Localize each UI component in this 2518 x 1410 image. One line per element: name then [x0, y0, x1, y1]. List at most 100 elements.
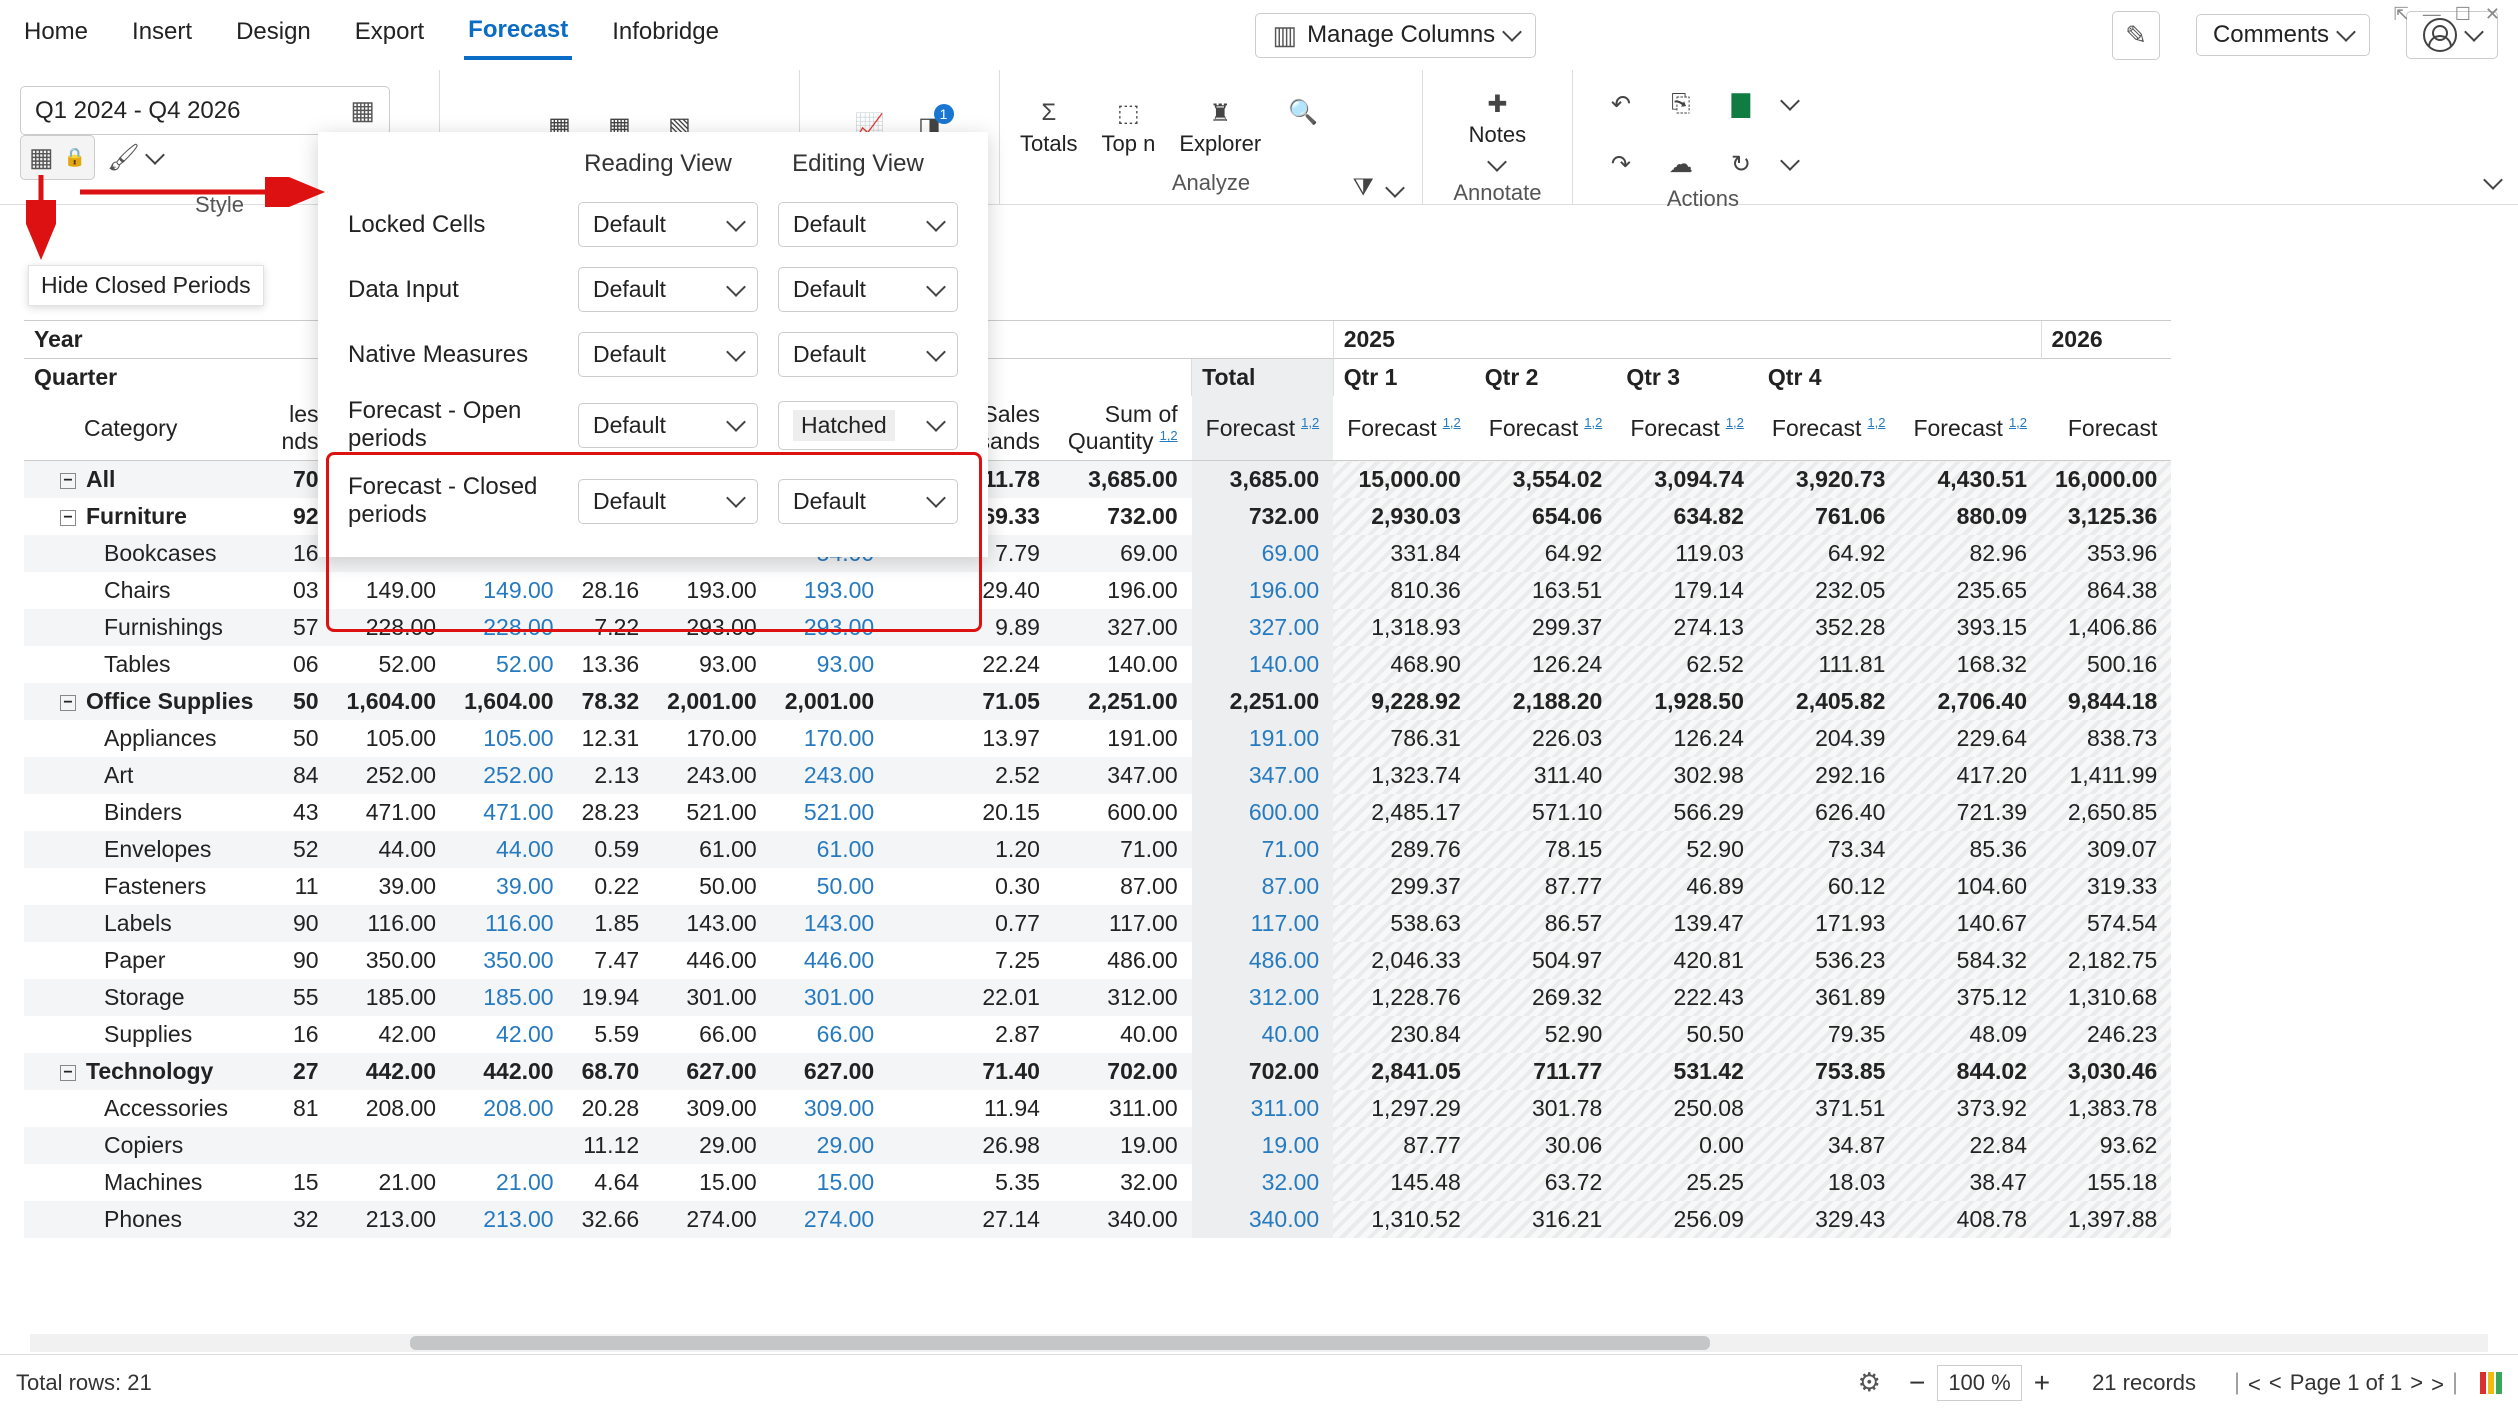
data-cell[interactable]: 39.00 [450, 868, 568, 905]
data-cell[interactable]: 292.16 [1758, 757, 1900, 794]
data-cell[interactable]: 208.00 [333, 1090, 451, 1127]
data-cell[interactable]: 864.38 [2041, 572, 2171, 609]
table-row[interactable]: Furnishings57228.00228.007.22293.00293.0… [24, 609, 2171, 646]
data-cell[interactable]: 9,228.92 [1333, 683, 1475, 720]
data-cell[interactable]: 309.00 [771, 1090, 889, 1127]
prev-page-button[interactable]: < [2269, 1370, 2282, 1396]
data-cell[interactable]: 634.82 [1616, 498, 1758, 535]
data-cell[interactable]: 340.00 [1054, 1201, 1192, 1238]
data-cell[interactable]: 2,001.00 [653, 683, 771, 720]
data-cell[interactable]: 654.06 [1475, 498, 1617, 535]
data-cell[interactable]: 442.00 [450, 1053, 568, 1090]
data-cell[interactable]: 32 [267, 1201, 332, 1238]
data-cell[interactable]: 1,397.88 [2041, 1201, 2171, 1238]
data-cell[interactable]: 371.51 [1758, 1090, 1900, 1127]
data-cell[interactable]: 28.23 [568, 794, 654, 831]
table-row[interactable]: −Technology27442.00442.0068.70627.00627.… [24, 1053, 2171, 1090]
data-cell[interactable]: 274.13 [1616, 609, 1758, 646]
data-cell[interactable]: 711.77 [1475, 1053, 1617, 1090]
data-cell[interactable]: 87.00 [1054, 868, 1192, 905]
data-cell[interactable]: 208.00 [450, 1090, 568, 1127]
category-cell[interactable]: Furnishings [24, 609, 267, 646]
table-row[interactable]: Storage55185.00185.0019.94301.00301.0022… [24, 979, 2171, 1016]
data-cell[interactable]: 69.00 [1054, 535, 1192, 572]
tab-home[interactable]: Home [20, 12, 92, 58]
data-cell[interactable]: 196.00 [1192, 572, 1334, 609]
data-cell[interactable]: 2,251.00 [1054, 683, 1192, 720]
data-cell[interactable]: 15.00 [771, 1164, 889, 1201]
data-cell[interactable]: 126.24 [1616, 720, 1758, 757]
data-cell[interactable]: 50 [267, 683, 332, 720]
data-cell[interactable]: 52.90 [1616, 831, 1758, 868]
data-cell[interactable]: 170.00 [771, 720, 889, 757]
data-cell[interactable]: 2,841.05 [1333, 1053, 1475, 1090]
data-cell[interactable]: 22.24 [888, 646, 1054, 683]
data-cell[interactable]: 302.98 [1616, 757, 1758, 794]
category-cell[interactable]: Storage [24, 979, 267, 1016]
data-cell[interactable]: 486.00 [1054, 942, 1192, 979]
data-cell[interactable]: 170.00 [653, 720, 771, 757]
data-cell[interactable]: 289.76 [1333, 831, 1475, 868]
data-cell[interactable]: 117.00 [1192, 905, 1334, 942]
data-cell[interactable]: 293.00 [771, 609, 889, 646]
data-cell[interactable]: 43 [267, 794, 332, 831]
data-cell[interactable]: 105.00 [450, 720, 568, 757]
tab-insert[interactable]: Insert [128, 12, 196, 58]
data-cell[interactable]: 11.12 [568, 1127, 654, 1164]
data-cell[interactable]: 32.00 [1192, 1164, 1334, 1201]
data-cell[interactable]: 15 [267, 1164, 332, 1201]
data-cell[interactable]: 446.00 [771, 942, 889, 979]
data-cell[interactable]: 2,182.75 [2041, 942, 2171, 979]
data-cell[interactable]: 299.37 [1475, 609, 1617, 646]
data-cell[interactable]: 117.00 [1054, 905, 1192, 942]
data-cell[interactable]: 2,046.33 [1333, 942, 1475, 979]
data-cell[interactable]: 55 [267, 979, 332, 1016]
filter-icon[interactable]: ⧩ [1345, 170, 1381, 206]
data-cell[interactable]: 213.00 [450, 1201, 568, 1238]
data-cell[interactable]: 0.77 [888, 905, 1054, 942]
chevron-down-icon[interactable] [1385, 178, 1405, 198]
data-cell[interactable]: 2,485.17 [1333, 794, 1475, 831]
data-cell[interactable]: 538.63 [1333, 905, 1475, 942]
data-cell[interactable]: 880.09 [1899, 498, 2041, 535]
data-cell[interactable]: 16,000.00 [2041, 461, 2171, 499]
data-cell[interactable]: 21.00 [333, 1164, 451, 1201]
data-cell[interactable]: 71.00 [1192, 831, 1334, 868]
data-cell[interactable]: 361.89 [1758, 979, 1900, 1016]
first-page-button[interactable]: ｜< [2226, 1367, 2261, 1399]
data-cell[interactable]: 30.06 [1475, 1127, 1617, 1164]
data-cell[interactable]: 12.31 [568, 720, 654, 757]
data-cell[interactable]: 442.00 [333, 1053, 451, 1090]
data-cell[interactable]: 5.35 [888, 1164, 1054, 1201]
table-row[interactable]: Supplies1642.0042.005.5966.0066.002.8740… [24, 1016, 2171, 1053]
refresh-icon[interactable]: ↻ [1723, 146, 1759, 182]
category-cell[interactable]: Binders [24, 794, 267, 831]
data-cell[interactable]: 732.00 [1192, 498, 1334, 535]
data-cell[interactable]: 86.57 [1475, 905, 1617, 942]
data-cell[interactable]: 68.70 [568, 1053, 654, 1090]
data-cell[interactable]: 9.89 [888, 609, 1054, 646]
data-cell[interactable]: 44.00 [450, 831, 568, 868]
data-cell[interactable]: 71.40 [888, 1053, 1054, 1090]
data-cell[interactable]: 299.37 [1333, 868, 1475, 905]
fcclosed-reading-dropdown[interactable]: Default [578, 479, 758, 524]
data-cell[interactable]: 73.34 [1758, 831, 1900, 868]
table-row[interactable]: Phones32213.00213.0032.66274.00274.0027.… [24, 1201, 2171, 1238]
data-cell[interactable]: 327.00 [1192, 609, 1334, 646]
data-cell[interactable]: 293.00 [653, 609, 771, 646]
fcopen-editing-dropdown[interactable]: Hatched [778, 401, 958, 450]
data-cell[interactable]: 1,411.99 [2041, 757, 2171, 794]
data-cell[interactable]: 600.00 [1192, 794, 1334, 831]
data-cell[interactable]: 350.00 [333, 942, 451, 979]
data-cell[interactable]: 2,188.20 [1475, 683, 1617, 720]
category-cell[interactable]: Supplies [24, 1016, 267, 1053]
data-cell[interactable]: 232.05 [1758, 572, 1900, 609]
data-cell[interactable]: 145.48 [1333, 1164, 1475, 1201]
data-cell[interactable]: 0.30 [888, 868, 1054, 905]
data-cell[interactable]: 702.00 [1192, 1053, 1334, 1090]
data-cell[interactable]: 52 [267, 831, 332, 868]
data-cell[interactable]: 193.00 [771, 572, 889, 609]
tab-design[interactable]: Design [232, 12, 315, 58]
data-cell[interactable]: 111.81 [1758, 646, 1900, 683]
data-cell[interactable]: 340.00 [1192, 1201, 1334, 1238]
